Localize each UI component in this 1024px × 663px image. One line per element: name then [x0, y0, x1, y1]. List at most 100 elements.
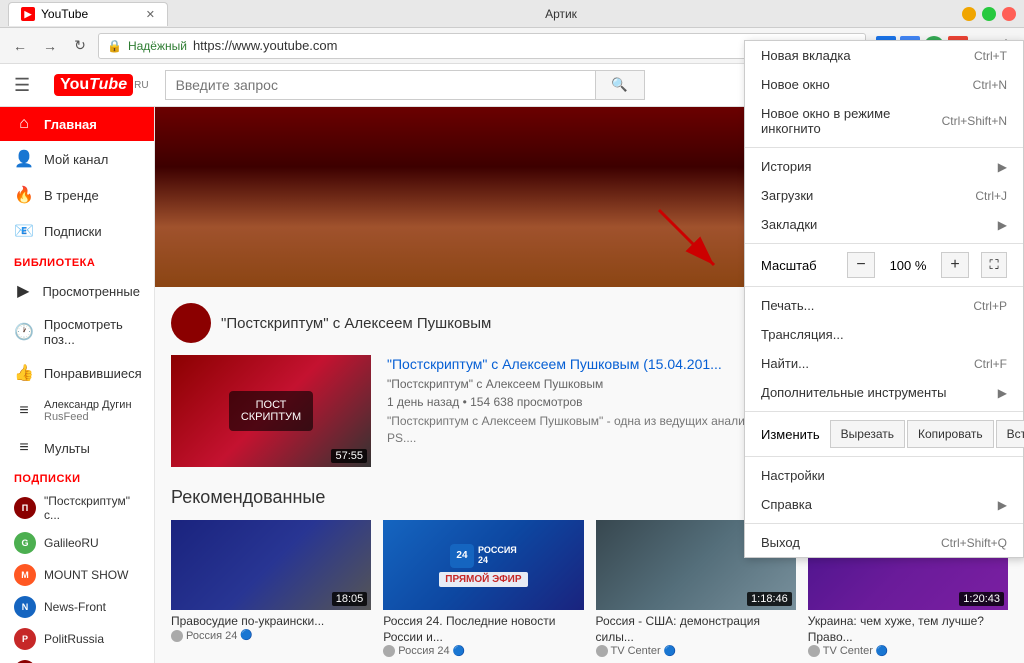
library-watch-later[interactable]: 🕐 Просмотреть поз...	[0, 309, 154, 355]
menu-incognito[interactable]: Новое окно в режиме инкогнито Ctrl+Shift…	[745, 99, 1023, 143]
sub-label-politrussia: PolitRussia	[44, 632, 104, 646]
rec-title-4: Украина: чем хуже, тем лучше? Право...	[808, 614, 1008, 645]
nav-my-channel[interactable]: 👤 Мой канал	[0, 141, 154, 177]
menu-help[interactable]: Справка ▶	[745, 490, 1023, 519]
rec-channel-4: TV Center 🔵	[808, 645, 1008, 657]
menu-history[interactable]: История ▶	[745, 152, 1023, 181]
library-liked[interactable]: 👍 Понравившиеся	[0, 355, 154, 391]
menu-copy-button[interactable]: Копировать	[907, 420, 994, 448]
rec-channel-1: Россия 24 🔵	[171, 630, 371, 642]
rec-channel-badge-2: 🔵	[453, 646, 465, 657]
menu-help-label: Справка	[761, 497, 812, 512]
featured-duration: 57:55	[331, 449, 367, 463]
menu-new-tab-shortcut: Ctrl+T	[974, 49, 1007, 63]
menu-downloads-label: Загрузки	[761, 188, 813, 203]
library-title: БИБЛИОТЕКА	[0, 249, 154, 273]
menu-find-shortcut: Ctrl+F	[974, 357, 1007, 371]
rec-card-1[interactable]: 18:05 Правосудие по-украински... Россия …	[171, 520, 371, 657]
browser-tab[interactable]: ▶ YouTube ✕	[8, 2, 168, 26]
secure-icon: 🔒	[107, 39, 122, 53]
sub-galileo[interactable]: G GalileoRU	[0, 527, 154, 559]
rec-card-2[interactable]: 24 РОССИЯ24 ПРЯМОЙ ЭФИР Россия 24. После…	[383, 520, 583, 657]
nav-trending[interactable]: 🔥 В тренде	[0, 177, 154, 213]
nav-home[interactable]: ⌂ Главная	[0, 107, 154, 141]
nav-home-label: Главная	[44, 117, 97, 132]
sub-politrussia[interactable]: P PolitRussia	[0, 623, 154, 655]
menu-settings[interactable]: Настройки	[745, 461, 1023, 490]
watch-later-icon: 🕐	[14, 322, 34, 342]
close-button[interactable]	[1002, 7, 1016, 21]
rec-title-1: Правосудие по-украински...	[171, 614, 371, 630]
reload-button[interactable]: ↻	[68, 34, 92, 58]
menu-tools[interactable]: Дополнительные инструменты ▶	[745, 378, 1023, 407]
rec-title-2: Россия 24. Последние новости России и...	[383, 614, 583, 645]
featured-thumb-label: ПОСТСКРИПТУМ	[229, 391, 313, 431]
menu-divider-4	[745, 411, 1023, 412]
menu-downloads[interactable]: Загрузки Ctrl+J	[745, 181, 1023, 210]
library-watched[interactable]: ▶ Просмотренные	[0, 273, 154, 309]
rec-channel-name-1: Россия 24	[186, 630, 237, 642]
rec-duration-1: 18:05	[332, 592, 368, 606]
menu-exit-label: Выход	[761, 535, 800, 550]
menu-paste-button[interactable]: Вставить	[996, 420, 1024, 448]
menu-cast[interactable]: Трансляция...	[745, 320, 1023, 349]
search-input[interactable]	[165, 70, 595, 100]
menu-new-tab-label: Новая вкладка	[761, 48, 851, 63]
menu-print[interactable]: Печать... Ctrl+P	[745, 291, 1023, 320]
subscriptions-title: ПОДПИСКИ	[0, 465, 154, 489]
menu-new-tab[interactable]: Новая вкладка Ctrl+T	[745, 41, 1023, 70]
menu-find[interactable]: Найти... Ctrl+F	[745, 349, 1023, 378]
rec-channel-3: TV Center 🔵	[596, 645, 796, 657]
back-button[interactable]: ←	[8, 34, 32, 58]
home-icon: ⌂	[14, 115, 34, 133]
zoom-plus-button[interactable]: +	[941, 252, 969, 278]
menu-incognito-label: Новое окно в режиме инкогнито	[761, 106, 942, 136]
yt-logo[interactable]: YouTube RU	[54, 74, 148, 96]
menu-settings-label: Настройки	[761, 468, 825, 483]
zoom-fullscreen-button[interactable]: ⛶	[981, 252, 1007, 278]
sub-avatar-politrussia: P	[14, 628, 36, 650]
window-controls	[962, 7, 1016, 21]
forward-button[interactable]: →	[38, 34, 62, 58]
menu-cast-label: Трансляция...	[761, 327, 844, 342]
search-button[interactable]: 🔍	[595, 70, 645, 100]
menu-print-shortcut: Ctrl+P	[973, 299, 1007, 313]
username: Артик	[545, 7, 577, 21]
menu-cut-button[interactable]: Вырезать	[830, 420, 905, 448]
library-playlist-label: Александр ДугинRusFeed	[44, 399, 132, 423]
menu-print-label: Печать...	[761, 298, 814, 313]
nav-subscriptions[interactable]: 📧 Подписки	[0, 213, 154, 249]
titlebar: ▶ YouTube ✕ Артик	[0, 0, 1024, 28]
tab-close-button[interactable]: ✕	[146, 8, 155, 21]
library-playlist[interactable]: ≡ Александр ДугинRusFeed	[0, 391, 154, 431]
yt-logo-text: YouTube	[54, 74, 133, 96]
rec-title-3: Россия - США: демонстрация силы...	[596, 614, 796, 645]
menu-bookmarks-label: Закладки	[761, 217, 817, 232]
nav-trending-label: В тренде	[44, 188, 99, 203]
library-cartoons[interactable]: ≡ Мульты	[0, 431, 154, 465]
minimize-button[interactable]	[962, 7, 976, 21]
menu-exit[interactable]: Выход Ctrl+Shift+Q	[745, 528, 1023, 557]
zoom-value: 100 %	[883, 258, 933, 273]
menu-bookmarks[interactable]: Закладки ▶	[745, 210, 1023, 239]
sub-label-postscriptum: "Постскриптум" с...	[44, 494, 140, 522]
menu-edit-label: Изменить	[753, 423, 828, 446]
sub-mount-show[interactable]: M MOUNT SHOW	[0, 559, 154, 591]
menu-new-window[interactable]: Новое окно Ctrl+N	[745, 70, 1023, 99]
zoom-minus-button[interactable]: −	[847, 252, 875, 278]
menu-zoom-row: Масштаб − 100 % + ⛶	[745, 248, 1023, 282]
sub-news-front[interactable]: N News-Front	[0, 591, 154, 623]
menu-find-label: Найти...	[761, 356, 809, 371]
maximize-button[interactable]	[982, 7, 996, 21]
hamburger-menu[interactable]: ☰	[14, 75, 30, 96]
menu-divider-1	[745, 147, 1023, 148]
sub-avatar-news-front: N	[14, 596, 36, 618]
trending-icon: 🔥	[14, 185, 34, 205]
rec-channel-2: Россия 24 🔵	[383, 645, 583, 657]
featured-thumb[interactable]: ПОСТСКРИПТУМ 57:55	[171, 355, 371, 467]
sub-postscriptum[interactable]: П "Постскриптум" с...	[0, 489, 154, 527]
liked-icon: 👍	[14, 363, 34, 383]
sub-rt[interactable]: R RT на русском	[0, 655, 154, 663]
rec-channel-icon-3	[596, 645, 608, 657]
menu-help-arrow: ▶	[998, 498, 1007, 512]
